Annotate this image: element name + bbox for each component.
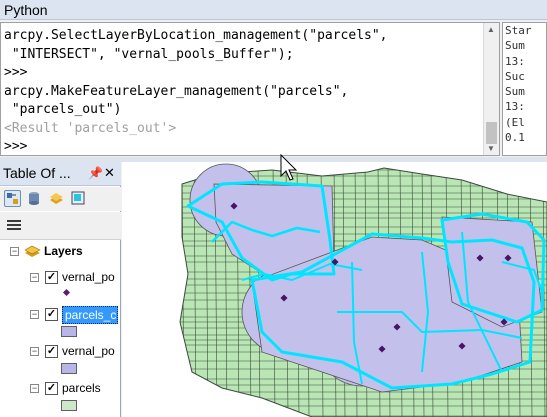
layers-icon: [24, 245, 41, 257]
python-console-text[interactable]: arcpy.SelectLayerByLocation_management("…: [4, 27, 388, 155]
layer-name[interactable]: parcels: [62, 381, 101, 395]
help-line: Sum: [505, 85, 525, 99]
layer-name[interactable]: vernal_po: [62, 344, 115, 358]
point-symbol-icon[interactable]: [62, 288, 71, 297]
map-canvas[interactable]: [122, 162, 547, 417]
polygon-symbol-icon[interactable]: [61, 363, 77, 374]
layers-root-label[interactable]: Layers: [44, 244, 83, 258]
layer-visibility-checkbox[interactable]: ✓: [45, 345, 58, 358]
layer-name[interactable]: vernal_po: [62, 270, 115, 284]
collapse-layers-icon[interactable]: −: [10, 247, 19, 256]
list-by-drawing-order-icon[interactable]: [4, 190, 21, 207]
toc-title-bar: Table Of ... 📌 ✕: [0, 162, 121, 186]
mouse-cursor-icon: [280, 154, 298, 181]
help-line: Star: [505, 24, 532, 37]
layer-visibility-checkbox[interactable]: ✓: [45, 271, 58, 284]
collapse-layer-icon[interactable]: −: [30, 273, 39, 282]
python-console[interactable]: arcpy.SelectLayerByLocation_management("…: [0, 22, 500, 156]
console-line: "INTERSECT", "vernal_pools_Buffer");: [4, 46, 294, 62]
collapse-layer-icon[interactable]: −: [30, 384, 39, 393]
polygon-symbol-icon[interactable]: [61, 400, 77, 411]
help-line: Suc: [505, 69, 525, 83]
layer-tree: − Layers − ✓ vernal_po − ✓ parcels_c − ✓ vernal_…: [0, 242, 121, 417]
layer-visibility-checkbox[interactable]: ✓: [45, 382, 58, 395]
console-line: <Result 'parcels_out'>: [4, 120, 177, 136]
help-line: 13:: [505, 100, 525, 114]
table-of-contents: Table Of ... 📌 ✕ − Layers − ✓ vernal_po − ✓ p…: [0, 162, 121, 417]
console-line: >>>: [4, 65, 28, 80]
scroll-thumb[interactable]: [486, 122, 497, 144]
console-line: "parcels_out"): [4, 102, 122, 117]
help-line: 13:: [505, 54, 525, 68]
close-icon[interactable]: ✕: [104, 165, 115, 181]
list-by-selection-icon[interactable]: [70, 190, 87, 207]
help-line: Sum: [505, 39, 525, 53]
console-line: >>>: [4, 139, 28, 154]
collapse-layer-icon[interactable]: −: [30, 310, 39, 319]
python-console-scrollbar[interactable]: ▲ ▼: [483, 23, 499, 155]
map-view[interactable]: [122, 162, 547, 417]
pin-icon[interactable]: 📌: [88, 166, 103, 180]
layer-name[interactable]: parcels_c: [62, 306, 118, 324]
console-line: arcpy.MakeFeatureLayer_management("parce…: [4, 83, 349, 99]
toc-toolbar: [0, 187, 121, 211]
console-line: arcpy.SelectLayerByLocation_management("…: [4, 28, 388, 43]
help-line: (El: [505, 115, 525, 129]
polygon-symbol-icon[interactable]: [61, 326, 77, 337]
scroll-down-icon[interactable]: ▼: [487, 144, 495, 153]
layer-visibility-checkbox[interactable]: ✓: [45, 308, 58, 321]
toc-title: Table Of ...: [3, 165, 71, 181]
python-window-title: Python: [0, 0, 547, 20]
help-line: 0.1: [505, 131, 525, 145]
collapse-layer-icon[interactable]: −: [30, 347, 39, 356]
list-by-source-icon[interactable]: [26, 190, 43, 207]
options-icon[interactable]: [7, 220, 21, 232]
python-help-panel[interactable]: Star Sum 13: Suc Sum 13: (El 0.1: [502, 22, 547, 156]
list-by-visibility-icon[interactable]: [48, 190, 65, 207]
scroll-up-icon[interactable]: ▲: [487, 25, 495, 34]
